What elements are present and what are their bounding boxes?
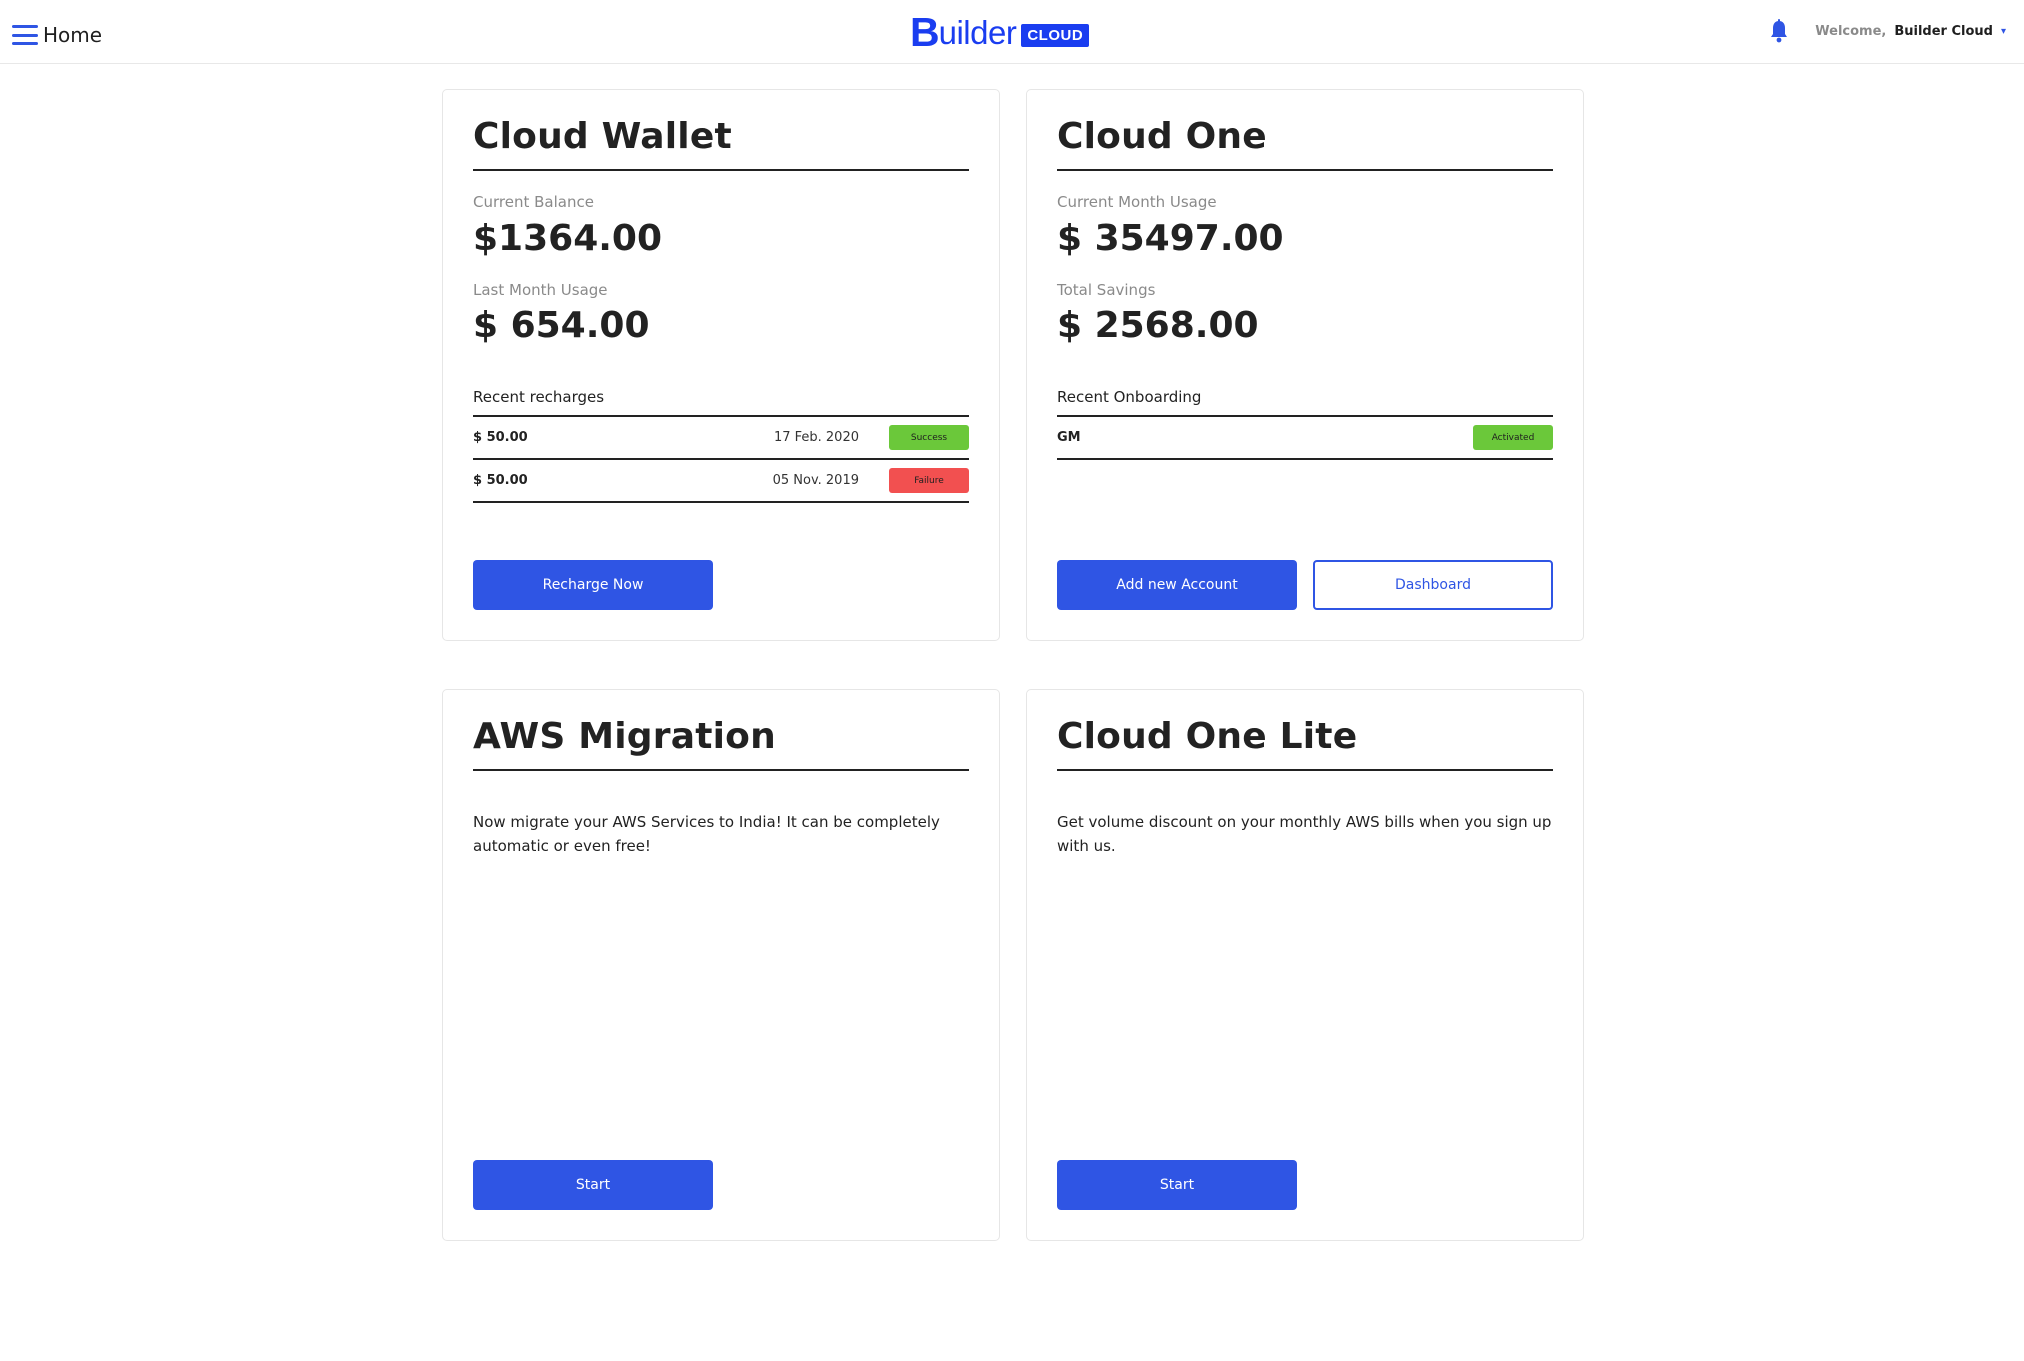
last-month-usage-value: $ 654.00 — [473, 305, 650, 346]
total-savings-value: $ 2568.00 — [1057, 305, 1259, 346]
recharge-amount: $ 50.00 — [473, 430, 528, 445]
current-balance-label: Current Balance — [473, 193, 594, 211]
recent-recharges-label: Recent recharges — [473, 388, 605, 406]
onboarding-row: GM Activated — [1057, 417, 1553, 460]
recent-onboarding-label: Recent Onboarding — [1057, 388, 1202, 406]
cloud-one-card: Cloud One Current Month Usage $ 35497.00… — [1026, 89, 1584, 641]
chevron-down-icon[interactable]: ▾ — [2001, 26, 2006, 37]
recharge-date: 05 Nov. 2019 — [772, 473, 859, 488]
bell-icon[interactable] — [1769, 19, 1789, 43]
menu-toggle[interactable]: Home — [12, 18, 102, 52]
dashboard-button[interactable]: Dashboard — [1313, 560, 1553, 610]
card-title: AWS Migration — [473, 716, 969, 771]
card-description: Now migrate your AWS Services to India! … — [473, 813, 940, 855]
logo-initial: B — [910, 9, 940, 55]
recharge-amount: $ 50.00 — [473, 473, 528, 488]
current-month-usage-label: Current Month Usage — [1057, 193, 1217, 211]
status-badge: Success — [889, 425, 969, 450]
status-badge: Failure — [889, 468, 969, 493]
start-button[interactable]: Start — [1057, 1160, 1297, 1210]
card-title: Cloud Wallet — [473, 116, 969, 171]
welcome-text: Welcome, — [1815, 23, 1887, 39]
top-bar: Home B uilder CLOUD Welcome, Builder Clo… — [0, 0, 2024, 64]
add-new-account-button[interactable]: Add new Account — [1057, 560, 1297, 610]
cloud-one-lite-card: Cloud One Lite Get volume discount on yo… — [1026, 689, 1584, 1241]
card-title: Cloud One Lite — [1057, 716, 1553, 771]
user-name[interactable]: Builder Cloud — [1894, 24, 1993, 39]
last-month-usage-label: Last Month Usage — [473, 281, 608, 299]
logo-badge: CLOUD — [1021, 24, 1090, 47]
hamburger-icon[interactable] — [12, 25, 38, 45]
card-description: Get volume discount on your monthly AWS … — [1057, 813, 1552, 855]
current-month-usage-value: $ 35497.00 — [1057, 218, 1284, 259]
cloud-wallet-card: Cloud Wallet Current Balance $1364.00 La… — [442, 89, 1000, 641]
recharge-date: 17 Feb. 2020 — [773, 430, 859, 445]
brand-logo[interactable]: B uilder CLOUD — [910, 9, 1090, 55]
recharge-row: $ 50.00 05 Nov. 2019 Failure — [473, 460, 969, 503]
account-name: GM — [1057, 430, 1081, 445]
onboarding-list: GM Activated — [1057, 415, 1553, 460]
aws-migration-card: AWS Migration Now migrate your AWS Servi… — [442, 689, 1000, 1241]
user-area: Welcome, Builder Cloud ▾ — [1769, 18, 2006, 44]
recharge-list: $ 50.00 17 Feb. 2020 Success $ 50.00 05 … — [473, 415, 969, 503]
current-balance-value: $1364.00 — [473, 218, 663, 259]
recharge-row: $ 50.00 17 Feb. 2020 Success — [473, 417, 969, 460]
start-button[interactable]: Start — [473, 1160, 713, 1210]
card-title: Cloud One — [1057, 116, 1553, 171]
total-savings-label: Total Savings — [1057, 281, 1156, 299]
home-label: Home — [43, 23, 103, 47]
logo-word: uilder — [938, 14, 1017, 51]
status-badge: Activated — [1473, 425, 1553, 450]
recharge-now-button[interactable]: Recharge Now — [473, 560, 713, 610]
